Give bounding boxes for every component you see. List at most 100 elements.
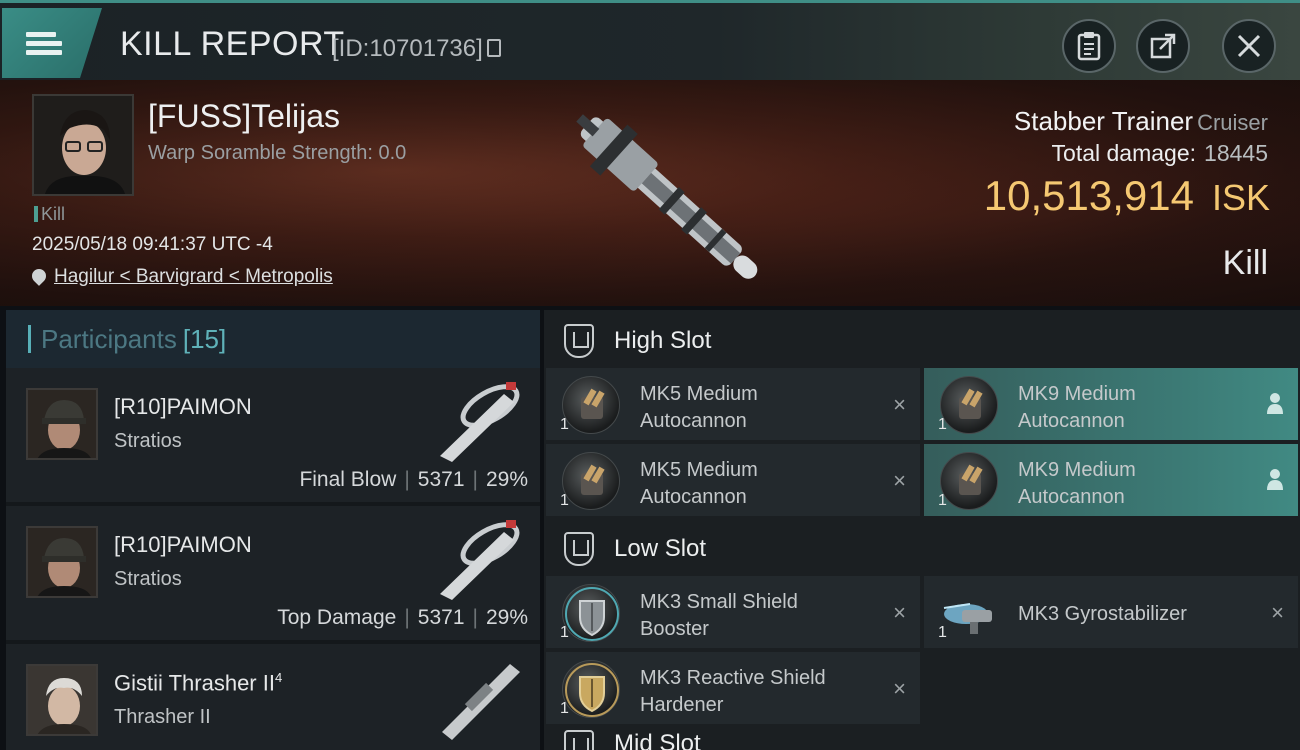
module-name-line1: MK9 Medium xyxy=(1018,459,1136,481)
participant-ship: Stratios xyxy=(114,430,182,452)
participant-ship-image xyxy=(440,520,520,600)
destroyed-icon: × xyxy=(893,676,906,701)
participant-avatar xyxy=(26,388,98,460)
fitting-panel: High Slot 1 MK5 Medium Autocannon × 1 MK9… xyxy=(544,310,1300,750)
participant-percent: 29% xyxy=(485,606,528,629)
kill-result: Kill xyxy=(1222,244,1268,282)
module-name-line2: Autocannon xyxy=(640,410,747,432)
warp-scramble-strength: Warp Soramble Strength: 0.0 xyxy=(148,142,407,164)
participant-percent: 29% xyxy=(485,468,528,491)
participants-count: [15] xyxy=(182,323,227,354)
kill-tag-label: Kill xyxy=(41,204,66,224)
victim-name[interactable]: [FUSS]Telijas xyxy=(148,98,340,135)
low-slot-label: Low Slot xyxy=(614,535,707,562)
isk-unit: ISK xyxy=(1211,177,1270,218)
module-name-line2: Autocannon xyxy=(1018,486,1125,508)
page-title: KILL REPORT xyxy=(120,25,345,63)
module-quantity: 1 xyxy=(560,416,569,433)
participant-name-text: Gistii Thrasher II xyxy=(114,670,275,696)
destroyed-icon: × xyxy=(1271,600,1284,625)
module-name-line2: Autocannon xyxy=(1018,410,1125,432)
participant-name: Gistii Thrasher II4 xyxy=(114,670,282,696)
victim-ship-name: Stabber Trainer xyxy=(1013,106,1194,136)
module-item[interactable]: 1 MK3 Small Shield Booster × xyxy=(546,576,920,648)
participant-damage: 5371 xyxy=(417,606,465,629)
participant-ship-image xyxy=(442,664,520,740)
high-slot-header: High Slot xyxy=(544,312,1300,370)
stats-separator: | xyxy=(472,468,478,491)
copy-icon[interactable] xyxy=(486,39,501,57)
module-name-line1: MK3 Gyrostabilizer xyxy=(1018,603,1187,625)
autocannon-icon xyxy=(562,452,620,510)
pilot-avatar-image xyxy=(34,96,132,194)
module-name-line2: Hardener xyxy=(640,694,724,716)
slot-shield-icon xyxy=(564,532,594,566)
participant-damage: 5371 xyxy=(417,468,465,491)
participant-ship: Stratios xyxy=(114,568,182,590)
participant-name: [R10]PAIMON xyxy=(114,532,252,557)
module-name: MK5 Medium Autocannon xyxy=(640,381,870,435)
module-item[interactable]: 1 MK9 Medium Autocannon xyxy=(924,368,1298,440)
participant-row[interactable]: [R10]PAIMON Stratios Final Blow | 5371 | 29% xyxy=(6,368,540,502)
module-name-line1: MK3 Reactive Shield xyxy=(640,667,826,689)
module-quantity: 1 xyxy=(938,416,947,433)
module-item[interactable]: 1 MK3 Gyrostabilizer × xyxy=(924,576,1298,648)
module-item[interactable]: 1 MK9 Medium Autocannon xyxy=(924,444,1298,516)
module-name-line1: MK5 Medium xyxy=(640,383,758,405)
stats-separator: | xyxy=(404,468,410,491)
hamburger-menu-icon xyxy=(26,28,62,59)
participant-ship: Thrasher II xyxy=(114,706,211,728)
destroyed-icon: × xyxy=(893,600,906,625)
module-item[interactable]: 1 MK5 Medium Autocannon × xyxy=(546,444,920,516)
share-button[interactable] xyxy=(1136,19,1190,73)
kill-id-text: [ID:10701736] xyxy=(332,35,483,62)
module-name: MK3 Reactive Shield Hardener xyxy=(640,665,870,719)
victim-portrait[interactable] xyxy=(32,94,134,196)
module-quantity: 1 xyxy=(938,624,947,641)
victim-ship-type[interactable]: Stabber Trainer Cruiser xyxy=(1014,106,1268,137)
participant-row[interactable]: Gistii Thrasher II4 Thrasher II xyxy=(6,644,540,750)
victim-banner: [FUSS]Telijas Warp Soramble Strength: 0.… xyxy=(0,80,1300,306)
location-pin-icon xyxy=(29,266,49,286)
isk-value: 10,513,914 ISK xyxy=(984,172,1270,220)
kill-tag: Kill xyxy=(34,204,65,225)
victim-ship-class: Cruiser xyxy=(1197,110,1268,135)
module-item[interactable]: 1 MK5 Medium Autocannon × xyxy=(546,368,920,440)
participants-panel: Participants [15] [R10]PAIMON Stratios F… xyxy=(6,310,540,750)
module-name-line2: Autocannon xyxy=(640,486,747,508)
participants-header-marker xyxy=(28,325,31,353)
module-quantity: 1 xyxy=(560,492,569,509)
module-name: MK3 Small Shield Booster xyxy=(640,589,870,643)
clipboard-button[interactable] xyxy=(1062,19,1116,73)
participant-row[interactable]: [R10]PAIMON Stratios Top Damage | 5371 | 29% xyxy=(6,506,540,640)
person-icon xyxy=(1266,468,1284,496)
total-damage-value: 18445 xyxy=(1204,140,1268,166)
module-quantity: 1 xyxy=(560,624,569,641)
module-name: MK9 Medium Autocannon xyxy=(1018,457,1248,511)
shield-booster-icon xyxy=(562,584,620,642)
participant-avatar xyxy=(26,526,98,598)
autocannon-icon xyxy=(940,376,998,434)
isk-amount: 10,513,914 xyxy=(983,172,1194,219)
module-item[interactable]: 1 MK3 Reactive Shield Hardener × xyxy=(546,652,920,724)
victim-ship-image xyxy=(576,114,758,279)
reactive-hardener-icon xyxy=(562,660,620,718)
gyrostabilizer-icon xyxy=(940,584,998,642)
module-name-line1: MK3 Small Shield xyxy=(640,591,798,613)
kill-id[interactable]: [ID:10701736] xyxy=(332,35,501,63)
kill-location[interactable]: Hagilur < Barvigrard < Metropolis xyxy=(29,266,333,288)
low-slot-header: Low Slot xyxy=(544,520,1300,578)
participant-avatar xyxy=(26,664,98,736)
stats-separator: | xyxy=(472,606,478,629)
mid-slot-header: Mid Slot xyxy=(544,730,1300,750)
participant-ship-image xyxy=(440,382,520,462)
high-slot-label: High Slot xyxy=(614,327,712,354)
module-name-line1: MK9 Medium xyxy=(1018,383,1136,405)
module-quantity: 1 xyxy=(560,700,569,717)
participants-label: Participants xyxy=(41,323,177,354)
slot-shield-icon xyxy=(564,324,594,358)
participants-header[interactable]: Participants [15] xyxy=(6,310,540,368)
participant-name: [R10]PAIMON xyxy=(114,394,252,419)
menu-button[interactable] xyxy=(2,8,102,78)
close-button[interactable] xyxy=(1222,19,1276,73)
